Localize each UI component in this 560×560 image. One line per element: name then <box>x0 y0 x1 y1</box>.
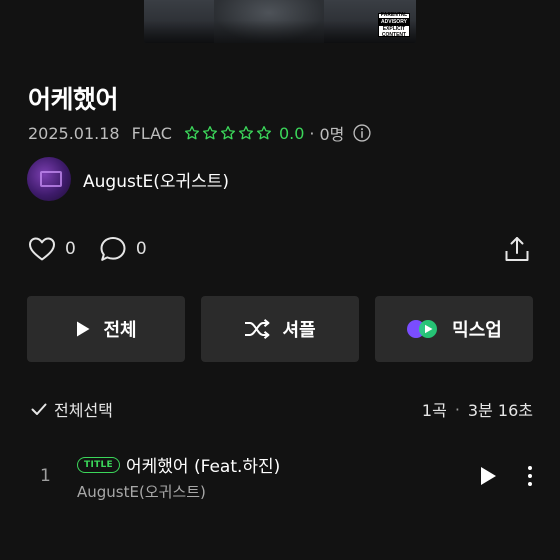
track-count: 1곡 <box>421 401 447 420</box>
like-button[interactable]: 0 <box>27 234 76 264</box>
track-row[interactable]: 1 TITLE 어케했어 (Feat.하진) AugustE(오귀스트) <box>0 448 560 506</box>
social-actions: 0 0 <box>27 234 169 264</box>
comment-icon <box>100 237 126 261</box>
title-badge: TITLE <box>77 456 121 473</box>
track-title: 어케했어 (Feat.하진) <box>126 457 281 477</box>
mixup-icon <box>407 320 438 338</box>
star-icon <box>256 126 271 140</box>
rating-count: 0명 <box>319 125 345 144</box>
heart-icon <box>29 237 55 261</box>
shuffle-icon <box>245 319 270 339</box>
star-icon <box>202 126 217 140</box>
track-play-icon[interactable] <box>478 465 498 487</box>
like-count: 0 <box>65 239 76 259</box>
play-all-label: 전체 <box>103 320 137 341</box>
comment-count: 0 <box>135 239 147 259</box>
mixup-button[interactable]: 믹스업 <box>375 296 533 362</box>
comment-button[interactable]: 0 <box>98 234 147 264</box>
artist-avatar[interactable] <box>27 157 71 201</box>
parental-advisory-label: PARENTAL ADVISORY EXPLICIT CONTENT <box>378 12 410 38</box>
select-all-label: 전체선택 <box>54 401 113 420</box>
separator-dot: · <box>309 123 315 143</box>
track-index: 1 <box>40 466 51 486</box>
release-date: 2025.01.18 <box>28 123 120 143</box>
play-all-button[interactable]: 전체 <box>27 296 185 362</box>
star-icon <box>220 126 235 140</box>
cover-shade <box>144 20 416 43</box>
track-summary: 1곡 · 3분 16초 <box>422 397 533 421</box>
rating-stars[interactable] <box>184 125 274 141</box>
play-icon <box>77 321 90 337</box>
album-cover[interactable]: PARENTAL ADVISORY EXPLICIT CONTENT <box>144 0 416 43</box>
star-icon <box>238 126 253 140</box>
mixup-label: 믹스업 <box>452 320 502 341</box>
shuffle-button[interactable]: 셔플 <box>201 296 359 362</box>
album-meta: 2025.01.18 FLAC 0.0 · 0명 <box>28 122 372 144</box>
check-icon <box>31 403 47 415</box>
star-icon <box>184 126 199 140</box>
total-duration: 3분 16초 <box>467 401 533 420</box>
rating-value: 0.0 <box>278 123 305 143</box>
select-all-toggle[interactable]: 전체선택 <box>30 397 113 421</box>
info-icon[interactable] <box>352 123 372 143</box>
advisory-bottom-text: EXPLICIT CONTENT <box>381 26 407 38</box>
audio-format: FLAC <box>131 123 172 143</box>
separator-dot: · <box>454 399 460 419</box>
artist-name[interactable]: AugustE(오귀스트) <box>83 167 229 192</box>
album-title: 어케했어 <box>28 85 119 114</box>
share-icon[interactable] <box>502 234 532 264</box>
track-title-line: TITLE 어케했어 (Feat.하진) <box>77 452 280 477</box>
artist-link[interactable]: AugustE(오귀스트) <box>27 157 229 201</box>
track-artist[interactable]: AugustE(오귀스트) <box>77 481 206 502</box>
more-icon[interactable] <box>522 464 538 488</box>
advisory-mid-text: ADVISORY <box>379 18 409 26</box>
shuffle-label: 셔플 <box>282 320 316 341</box>
